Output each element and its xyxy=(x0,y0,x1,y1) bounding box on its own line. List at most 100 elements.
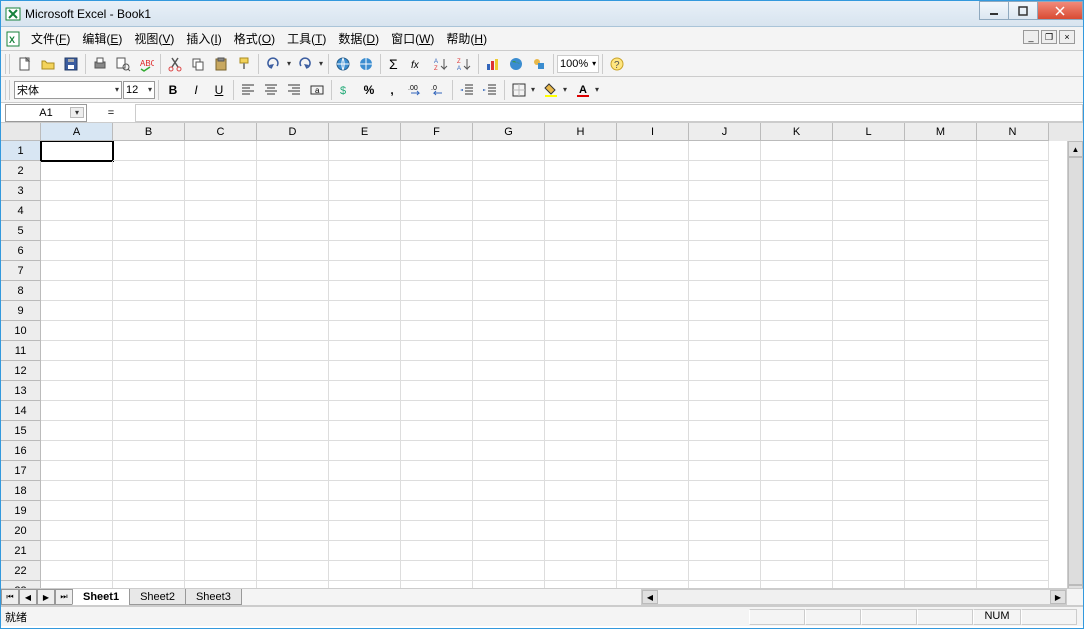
cell-C18[interactable] xyxy=(185,481,257,501)
cell-D10[interactable] xyxy=(257,321,329,341)
cell-M10[interactable] xyxy=(905,321,977,341)
row-header-5[interactable]: 5 xyxy=(1,221,41,241)
cell-K22[interactable] xyxy=(761,561,833,581)
cell-J16[interactable] xyxy=(689,441,761,461)
cell-L14[interactable] xyxy=(833,401,905,421)
cell-B5[interactable] xyxy=(113,221,185,241)
cut-icon[interactable] xyxy=(164,53,186,75)
cell-N22[interactable] xyxy=(977,561,1049,581)
cell-C10[interactable] xyxy=(185,321,257,341)
cell-A2[interactable] xyxy=(41,161,113,181)
cell-F4[interactable] xyxy=(401,201,473,221)
cell-B10[interactable] xyxy=(113,321,185,341)
toolbar-grip[interactable] xyxy=(5,54,10,74)
cell-F14[interactable] xyxy=(401,401,473,421)
vscroll-thumb[interactable] xyxy=(1068,157,1083,585)
column-header-A[interactable]: A xyxy=(41,123,113,141)
cell-E12[interactable] xyxy=(329,361,401,381)
cell-J12[interactable] xyxy=(689,361,761,381)
cell-H14[interactable] xyxy=(545,401,617,421)
cell-D14[interactable] xyxy=(257,401,329,421)
cell-B7[interactable] xyxy=(113,261,185,281)
column-header-G[interactable]: G xyxy=(473,123,545,141)
row-header-17[interactable]: 17 xyxy=(1,461,41,481)
cell-H20[interactable] xyxy=(545,521,617,541)
cell-A9[interactable] xyxy=(41,301,113,321)
cell-L2[interactable] xyxy=(833,161,905,181)
cell-H12[interactable] xyxy=(545,361,617,381)
row-header-8[interactable]: 8 xyxy=(1,281,41,301)
cell-E1[interactable] xyxy=(329,141,401,161)
cell-F21[interactable] xyxy=(401,541,473,561)
cell-D1[interactable] xyxy=(257,141,329,161)
cell-E8[interactable] xyxy=(329,281,401,301)
cell-E7[interactable] xyxy=(329,261,401,281)
web-icon[interactable] xyxy=(355,53,377,75)
select-all-button[interactable] xyxy=(1,123,41,141)
cell-D17[interactable] xyxy=(257,461,329,481)
comma-icon[interactable]: , xyxy=(381,79,403,101)
row-header-14[interactable]: 14 xyxy=(1,401,41,421)
cell-A22[interactable] xyxy=(41,561,113,581)
cell-N1[interactable] xyxy=(977,141,1049,161)
cell-A20[interactable] xyxy=(41,521,113,541)
row-header-23[interactable]: 23 xyxy=(1,581,41,588)
cell-J5[interactable] xyxy=(689,221,761,241)
font-color-dropdown[interactable]: ▾ xyxy=(595,85,603,94)
cell-F17[interactable] xyxy=(401,461,473,481)
cell-I18[interactable] xyxy=(617,481,689,501)
cell-E14[interactable] xyxy=(329,401,401,421)
cell-G9[interactable] xyxy=(473,301,545,321)
cell-N16[interactable] xyxy=(977,441,1049,461)
decrease-indent-icon[interactable] xyxy=(456,79,478,101)
cell-N20[interactable] xyxy=(977,521,1049,541)
cell-C21[interactable] xyxy=(185,541,257,561)
formula-input[interactable] xyxy=(135,104,1083,122)
cell-C22[interactable] xyxy=(185,561,257,581)
cell-E23[interactable] xyxy=(329,581,401,588)
row-header-1[interactable]: 1 xyxy=(1,141,41,161)
cell-B11[interactable] xyxy=(113,341,185,361)
cell-A4[interactable] xyxy=(41,201,113,221)
cell-M13[interactable] xyxy=(905,381,977,401)
cell-B15[interactable] xyxy=(113,421,185,441)
cell-A15[interactable] xyxy=(41,421,113,441)
cell-I16[interactable] xyxy=(617,441,689,461)
minimize-button[interactable] xyxy=(979,1,1009,20)
font-combo[interactable]: 宋体▾ xyxy=(14,81,122,99)
cell-K2[interactable] xyxy=(761,161,833,181)
cell-M2[interactable] xyxy=(905,161,977,181)
format-painter-icon[interactable] xyxy=(233,53,255,75)
cell-J4[interactable] xyxy=(689,201,761,221)
cell-N3[interactable] xyxy=(977,181,1049,201)
cell-H2[interactable] xyxy=(545,161,617,181)
sheet-tab-sheet1[interactable]: Sheet1 xyxy=(72,589,130,605)
row-header-13[interactable]: 13 xyxy=(1,381,41,401)
cell-G20[interactable] xyxy=(473,521,545,541)
cell-C13[interactable] xyxy=(185,381,257,401)
row-header-16[interactable]: 16 xyxy=(1,441,41,461)
cell-M15[interactable] xyxy=(905,421,977,441)
cell-E2[interactable] xyxy=(329,161,401,181)
cell-I14[interactable] xyxy=(617,401,689,421)
cell-H9[interactable] xyxy=(545,301,617,321)
align-left-icon[interactable] xyxy=(237,79,259,101)
borders-dropdown[interactable]: ▾ xyxy=(531,85,539,94)
cell-L3[interactable] xyxy=(833,181,905,201)
cell-B12[interactable] xyxy=(113,361,185,381)
cell-K17[interactable] xyxy=(761,461,833,481)
cell-F22[interactable] xyxy=(401,561,473,581)
row-header-10[interactable]: 10 xyxy=(1,321,41,341)
cell-J21[interactable] xyxy=(689,541,761,561)
maximize-button[interactable] xyxy=(1008,1,1038,20)
cell-G3[interactable] xyxy=(473,181,545,201)
cell-H11[interactable] xyxy=(545,341,617,361)
cell-E18[interactable] xyxy=(329,481,401,501)
column-header-H[interactable]: H xyxy=(545,123,617,141)
copy-icon[interactable] xyxy=(187,53,209,75)
cell-C15[interactable] xyxy=(185,421,257,441)
cell-M19[interactable] xyxy=(905,501,977,521)
cell-D2[interactable] xyxy=(257,161,329,181)
cell-B21[interactable] xyxy=(113,541,185,561)
cell-E21[interactable] xyxy=(329,541,401,561)
